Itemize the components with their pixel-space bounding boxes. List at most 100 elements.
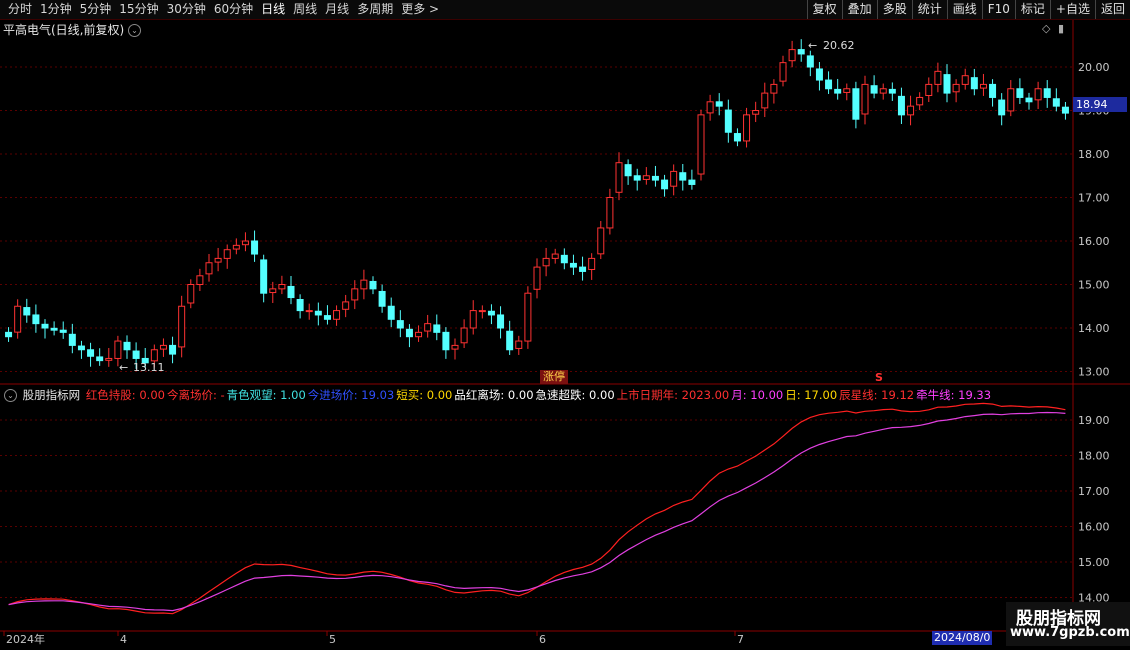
candle-down [50,327,58,331]
candle-down [41,323,49,329]
candle-up [861,83,869,115]
candle-down [433,324,441,333]
candle-down [579,266,587,272]
settings-circle-icon[interactable]: ⌄ [4,389,17,402]
indicator-field-1: 今离场价: - [166,388,225,402]
candle-down [96,356,104,362]
current-price-tag: 18.94 [1073,97,1127,112]
candle-up [205,262,213,275]
candle-down [970,77,978,90]
candle-down [733,133,741,142]
candle-up [424,323,432,332]
candle-up [642,175,650,180]
candles [5,39,1069,369]
watermark-url: www.7gpzb.com [1010,625,1130,640]
candle-up [342,301,350,310]
high-arrow: ← [808,39,817,52]
candle-down [1043,88,1051,98]
candle-down [724,109,732,133]
y-tick-ind: 15.00 [1078,556,1110,569]
kline-chart[interactable]: 20.00 19.00 18.00 17.00 16.00 15.00 14.00 13.00… [0,0,1130,650]
candle-down [825,79,833,90]
candle-down [68,333,76,346]
candle-down [815,68,823,81]
candle-down [132,350,140,359]
candle-up [916,96,924,106]
candle-up [415,331,423,338]
candle-down [387,305,395,320]
candle-down [251,240,259,255]
candle-up [159,344,167,350]
candle-up [961,75,969,85]
candle-up [743,114,751,142]
candle-up [333,310,341,320]
candle-down [633,175,641,181]
indicator-lines [8,402,1066,615]
candle-down [897,95,905,116]
candle-down [989,83,997,98]
candle-up [779,62,787,82]
candle-up [843,88,851,93]
indicator-field-9: 日: 17.00 [785,388,838,402]
candle-up [1007,88,1015,112]
candle-down [314,310,322,316]
candle-up [469,310,477,329]
candle-down [296,299,304,312]
candle-up [925,83,933,96]
candle-down [569,262,577,268]
candle-down [870,85,878,94]
candle-down [1016,88,1024,98]
candle-down [123,341,131,351]
candle-down [943,74,951,94]
indicator-field-10: 辰星线: 19.12 [839,388,915,402]
y-tick-main: 17.00 [1078,192,1110,205]
candle-up [460,327,468,344]
candle-down [661,179,669,190]
candle-up [269,288,277,294]
y-tick-ind: 18.00 [1078,450,1110,463]
chenxing-line [8,402,1066,615]
x-tick-label: 4 [120,633,127,646]
y-tick-main: 18.00 [1078,148,1110,161]
candle-down [1025,97,1033,103]
candle-up [788,49,796,62]
candle-down [688,179,696,185]
indicator-field-6: 急速超跌: 0.00 [535,388,615,402]
candle-up [14,305,22,333]
candle-down [797,49,805,55]
candle-up [670,170,678,187]
candle-up [187,284,195,304]
candle-down [287,285,295,299]
y-tick-main: 20.00 [1078,61,1110,74]
candle-up [934,70,942,85]
candle-up [588,257,596,270]
candle-down [405,328,413,338]
candle-down [806,55,814,68]
low-arrow: ← [119,361,128,374]
candle-up [478,310,486,313]
candle-down [834,88,842,94]
candle-up [351,288,359,301]
candle-down [852,88,860,120]
indicator-field-11: 牵牛线: 19.33 [916,388,992,402]
y-tick-ind: 16.00 [1078,521,1110,534]
candle-down [396,320,404,329]
x-tick-label: 7 [737,633,744,646]
candle-up [706,101,714,114]
candle-down [23,307,31,316]
candle-down [260,259,268,294]
indicator-field-3: 今进场价: 19.03 [307,388,395,402]
candle-up [214,257,222,263]
candle-up [551,253,559,259]
candle-down [169,344,177,355]
limit-up-badge: 涨停 [540,370,568,384]
candle-up [451,344,459,350]
y-tick-main: 13.00 [1078,366,1110,379]
candle-up [606,197,614,229]
candle-down [888,88,896,94]
candle-down [560,254,568,264]
y-tick-main: 16.00 [1078,235,1110,248]
candle-down [77,345,85,351]
indicator-field-2: 青色观望: 1.00 [226,388,306,402]
candle-up [232,244,240,250]
